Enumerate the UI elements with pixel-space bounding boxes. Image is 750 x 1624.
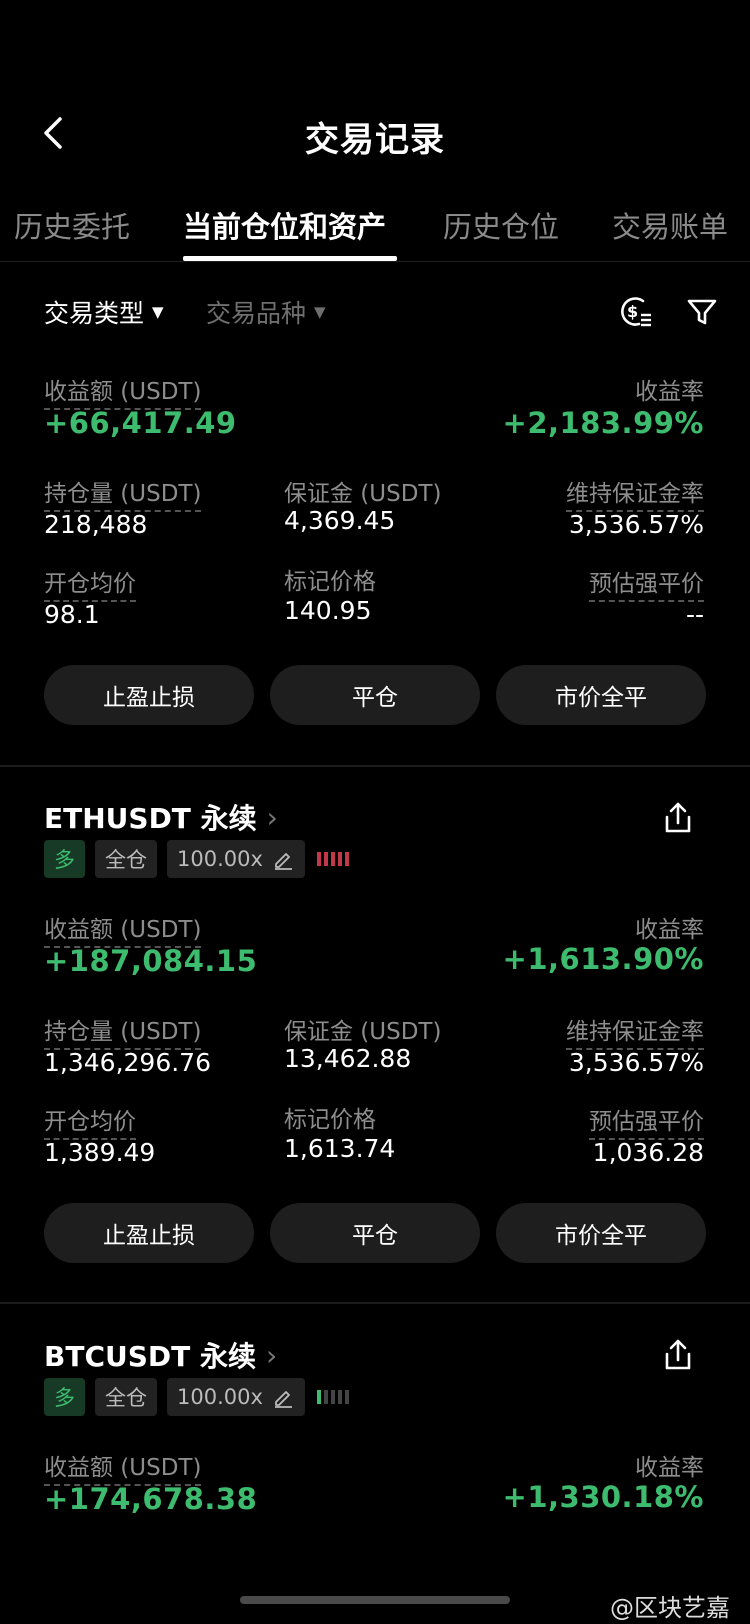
edit-pencil-icon (274, 1391, 292, 1408)
instrument-label: 交易品种 (206, 299, 307, 328)
share-icon (665, 1339, 691, 1370)
trade-records-screen: 交易记录 历史委托 当前仓位和资产 历史仓位 交易账单 交易类型 ▼ 交易品种 … (0, 0, 750, 1624)
entry-price-label: 开仓均价 (44, 564, 136, 602)
share-button[interactable] (656, 1333, 700, 1377)
margin-label: 保证金 (USDT) (284, 481, 442, 507)
nav-header: 交易记录 (0, 100, 750, 170)
margin-label: 保证金 (USDT) (284, 1019, 442, 1045)
position-tags: 多 全仓 100.00x (44, 840, 349, 878)
pnl-value: +66,417.49 (44, 406, 237, 440)
tab-bar: 历史委托 当前仓位和资产 历史仓位 交易账单 (0, 190, 750, 262)
position-symbol-link[interactable]: ETHUSDT 永续 › (44, 797, 278, 837)
leverage-badge[interactable]: 100.00x (167, 840, 305, 878)
margin-mode-badge: 全仓 (95, 1378, 157, 1416)
liquidation-price-value: 1,036.28 (592, 1138, 704, 1167)
position-size-value: 1,346,296.76 (44, 1048, 211, 1077)
share-button[interactable] (656, 796, 700, 840)
mark-price-value: 140.95 (284, 596, 372, 625)
page-title: 交易记录 (305, 120, 445, 160)
tp-sl-button[interactable]: 止盈止损 (44, 665, 254, 725)
roi-value: +1,613.90% (502, 942, 704, 976)
roi-value: +1,330.18% (502, 1480, 704, 1514)
chevron-right-icon: › (266, 800, 278, 834)
edit-pencil-icon (274, 853, 292, 870)
market-close-all-button[interactable]: 市价全平 (496, 1203, 706, 1263)
trade-type-label: 交易类型 (44, 299, 145, 328)
tp-sl-button[interactable]: 止盈止损 (44, 1203, 254, 1263)
currency-settings-button[interactable]: $ (614, 290, 658, 334)
position-symbol: ETHUSDT 永续 (44, 802, 257, 835)
roi-label: 收益率 (635, 379, 704, 405)
liquidation-price-label: 预估强平价 (589, 1102, 704, 1140)
leverage-badge[interactable]: 100.00x (167, 1378, 305, 1416)
caret-down-icon: ▼ (152, 303, 164, 321)
pnl-label: 收益额 (USDT) (44, 910, 202, 948)
mark-price-label: 标记价格 (284, 569, 376, 595)
filter-row: 交易类型 ▼ 交易品种 ▼ $ (0, 290, 750, 334)
tab-positions-assets[interactable]: 当前仓位和资产 (183, 204, 386, 246)
chevron-right-icon: › (265, 1338, 278, 1372)
mark-price-value: 1,613.74 (284, 1134, 396, 1163)
tab-position-history[interactable]: 历史仓位 (443, 204, 559, 246)
position-size-label: 持仓量 (USDT) (44, 1012, 202, 1050)
market-close-all-button[interactable]: 市价全平 (496, 665, 706, 725)
position-symbol-link[interactable]: BTCUSDT 永续 › (44, 1335, 277, 1375)
side-badge: 多 (44, 840, 85, 878)
share-icon (665, 802, 691, 833)
home-indicator[interactable] (240, 1596, 510, 1604)
pnl-label: 收益额 (USDT) (44, 1448, 202, 1486)
pnl-value: +187,084.15 (44, 944, 258, 978)
filter-button[interactable] (680, 290, 724, 334)
section-divider (0, 1302, 750, 1304)
position-size-label: 持仓量 (USDT) (44, 474, 202, 512)
coin-list-icon: $ (621, 297, 651, 327)
leverage-value: 100.00x (177, 1385, 263, 1409)
maintenance-margin-value: 3,536.57% (568, 1048, 704, 1077)
side-badge: 多 (44, 1378, 85, 1416)
pnl-label: 收益额 (USDT) (44, 372, 202, 410)
leverage-value: 100.00x (177, 847, 263, 871)
active-tab-indicator (183, 256, 397, 261)
position-size-value: 218,488 (44, 510, 148, 539)
pnl-value: +174,678.38 (44, 1482, 258, 1516)
close-position-button[interactable]: 平仓 (270, 665, 480, 725)
mark-price-label: 标记价格 (284, 1107, 376, 1133)
risk-level-indicator (316, 1390, 349, 1404)
margin-value: 4,369.45 (284, 506, 396, 535)
trade-type-filter[interactable]: 交易类型 ▼ (44, 294, 164, 330)
risk-level-indicator (316, 852, 349, 866)
watermark: @区块艺嘉 (610, 1588, 730, 1623)
liquidation-price-value: -- (685, 600, 704, 629)
caret-down-icon: ▼ (314, 303, 326, 321)
roi-label: 收益率 (635, 1455, 704, 1481)
entry-price-label: 开仓均价 (44, 1102, 136, 1140)
position-symbol: BTCUSDT 永续 (44, 1340, 256, 1373)
margin-value: 13,462.88 (284, 1044, 412, 1073)
filter-funnel-icon (687, 299, 717, 325)
roi-label: 收益率 (635, 917, 704, 943)
entry-price-value: 98.1 (44, 600, 100, 629)
liquidation-price-label: 预估强平价 (589, 564, 704, 602)
maintenance-margin-label: 维持保证金率 (566, 1012, 704, 1050)
instrument-filter[interactable]: 交易品种 ▼ (206, 294, 326, 330)
watermark-text: @区块艺嘉 (610, 1594, 730, 1622)
position-tags: 多 全仓 100.00x (44, 1378, 349, 1416)
tab-trade-bills[interactable]: 交易账单 (612, 204, 728, 246)
close-position-button[interactable]: 平仓 (270, 1203, 480, 1263)
margin-mode-badge: 全仓 (95, 840, 157, 878)
section-divider (0, 765, 750, 767)
maintenance-margin-label: 维持保证金率 (566, 474, 704, 512)
maintenance-margin-value: 3,536.57% (568, 510, 704, 539)
roi-value: +2,183.99% (502, 406, 704, 440)
svg-text:$: $ (627, 302, 638, 321)
tab-order-history[interactable]: 历史委托 (14, 204, 130, 246)
entry-price-value: 1,389.49 (44, 1138, 156, 1167)
